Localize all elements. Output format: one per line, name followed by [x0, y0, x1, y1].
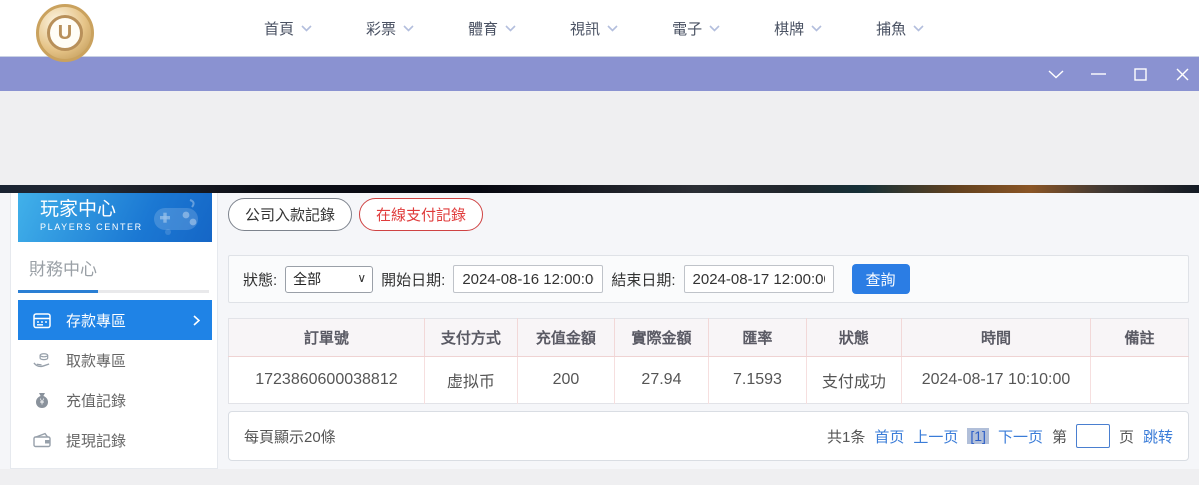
search-button[interactable]: 查詢	[852, 264, 910, 294]
col-payment-method: 支付方式	[424, 319, 517, 357]
chevron-down-icon	[403, 25, 414, 32]
cell-recharge-amount: 200	[517, 357, 614, 404]
chevron-down-icon	[505, 25, 516, 32]
nav-item-video[interactable]: 視訊	[570, 18, 618, 39]
sidebar-menu: 存款專區 取款專區 ¥ 充值記錄	[18, 300, 212, 460]
col-order-number: 訂單號	[229, 319, 425, 357]
start-date-label: 開始日期:	[381, 269, 445, 290]
cell-status: 支付成功	[806, 357, 901, 404]
content-area: 玩家中心 PLAYERS CENTER 財務中心	[0, 193, 1199, 469]
nav-item-label: 彩票	[366, 18, 396, 39]
chevron-down-icon	[607, 25, 618, 32]
wallet-icon	[33, 432, 51, 448]
pager: 共1条 首页 上一页 [1] 下一页 第 页 跳转	[827, 424, 1173, 448]
chevron-down-icon	[913, 25, 924, 32]
jump-button[interactable]: 跳转	[1143, 426, 1173, 447]
jump-page-input[interactable]	[1076, 424, 1110, 448]
next-page-link[interactable]: 下一页	[998, 426, 1043, 447]
col-status: 狀態	[806, 319, 901, 357]
pagination-bar: 每頁顯示20條 共1条 首页 上一页 [1] 下一页 第 页 跳转	[228, 411, 1189, 461]
nav-item-label: 捕魚	[876, 18, 906, 39]
logo-letter: U	[47, 15, 83, 51]
nav-item-fishing[interactable]: 捕魚	[876, 18, 924, 39]
tab-label: 公司入款記錄	[245, 204, 335, 225]
nav-item-label: 首頁	[264, 18, 294, 39]
cell-exchange-rate: 7.1593	[708, 357, 806, 404]
window-maximize-icon[interactable]	[1129, 63, 1151, 85]
sidebar-item-label: 充值記錄	[66, 390, 126, 411]
table-header-row: 訂單號 支付方式 充值金額 實際金額 匯率 狀態 時間 備註	[229, 319, 1189, 357]
main-nav: 首頁 彩票 體育 視訊 電子 棋牌	[264, 0, 924, 57]
chevron-down-icon	[301, 25, 312, 32]
sidebar-item-label: 取款專區	[66, 350, 126, 371]
banner-top-edge	[0, 185, 1199, 193]
window-close-icon[interactable]	[1171, 63, 1193, 85]
gamepad-icon	[146, 198, 202, 238]
nav-item-slots[interactable]: 電子	[672, 18, 720, 39]
deposit-machine-icon	[33, 312, 51, 328]
nav-item-label: 體育	[468, 18, 498, 39]
nav-item-label: 電子	[672, 18, 702, 39]
sidebar-item-withdrawal-record[interactable]: 提現記錄	[18, 420, 212, 460]
nav-item-lottery[interactable]: 彩票	[366, 18, 414, 39]
end-date-label: 結束日期:	[611, 269, 675, 290]
status-select[interactable]: 全部	[285, 266, 373, 293]
chevron-right-icon	[193, 315, 200, 326]
chevron-down-icon	[811, 25, 822, 32]
nav-item-label: 視訊	[570, 18, 600, 39]
window-minimize-icon[interactable]	[1087, 63, 1109, 85]
sidebar-section-title: 財務中心	[29, 255, 217, 280]
hand-coins-icon	[33, 352, 51, 368]
status-label: 狀態:	[243, 269, 277, 290]
table-row: 1723860600038812 虚拟币 200 27.94 7.1593 支付…	[229, 357, 1189, 404]
chevron-down-icon	[709, 25, 720, 32]
nav-item-home[interactable]: 首頁	[264, 18, 312, 39]
prev-page-link[interactable]: 上一页	[913, 426, 958, 447]
cell-payment-method: 虚拟币	[424, 357, 517, 404]
first-page-link[interactable]: 首页	[874, 426, 904, 447]
sidebar: 玩家中心 PLAYERS CENTER 財務中心	[10, 193, 218, 469]
status-select-wrap: 全部 ∨	[285, 266, 373, 293]
start-date-input[interactable]	[453, 265, 603, 293]
col-remark: 備註	[1091, 319, 1189, 357]
nav-item-boardgames[interactable]: 棋牌	[774, 18, 822, 39]
players-center-header: 玩家中心 PLAYERS CENTER	[18, 193, 212, 242]
sidebar-item-recharge-record[interactable]: ¥ 充值記錄	[18, 380, 212, 420]
page-size-text: 每頁顯示20條	[244, 426, 336, 447]
tab-label: 在線支付記錄	[376, 204, 466, 225]
svg-text:¥: ¥	[40, 397, 45, 406]
payment-records-table: 訂單號 支付方式 充值金額 實際金額 匯率 狀態 時間 備註 172386060…	[228, 318, 1189, 404]
sidebar-item-label: 存款專區	[66, 310, 126, 331]
sidebar-item-deposit[interactable]: 存款專區	[18, 300, 212, 340]
window-chevron-down-icon[interactable]	[1045, 63, 1067, 85]
jump-prefix-label: 第	[1052, 426, 1067, 447]
col-time: 時間	[901, 319, 1090, 357]
section-divider	[18, 290, 209, 293]
app-window: 首頁 彩票 體育 視訊 電子 棋牌	[0, 0, 1199, 485]
cell-remark	[1091, 357, 1189, 404]
cell-time: 2024-08-17 10:10:00	[901, 357, 1090, 404]
main-panel: 公司入款記錄 在線支付記錄 狀態: 全部 ∨ 開始日期: 結束日期: 查	[228, 193, 1189, 469]
cell-actual-amount: 27.94	[614, 357, 708, 404]
sidebar-item-label: 提現記錄	[66, 430, 126, 451]
tab-company-deposit-record[interactable]: 公司入款記錄	[228, 198, 352, 231]
col-actual-amount: 實際金額	[614, 319, 708, 357]
col-recharge-amount: 充值金額	[517, 319, 614, 357]
cell-order-number: 1723860600038812	[229, 357, 425, 404]
filter-bar: 狀態: 全部 ∨ 開始日期: 結束日期: 查詢	[228, 255, 1189, 303]
money-bag-icon: ¥	[33, 392, 51, 408]
total-count-text: 共1条	[827, 426, 865, 447]
jump-suffix-label: 页	[1119, 426, 1134, 447]
record-tabs: 公司入款記錄 在線支付記錄	[228, 198, 1189, 231]
brand-logo-icon: U	[36, 4, 94, 62]
window-titlebar	[0, 57, 1199, 91]
tab-online-payment-record[interactable]: 在線支付記錄	[359, 198, 483, 231]
sidebar-item-withdraw[interactable]: 取款專區	[18, 340, 212, 380]
col-exchange-rate: 匯率	[708, 319, 806, 357]
current-page-indicator: [1]	[967, 428, 989, 444]
top-header: 首頁 彩票 體育 視訊 電子 棋牌	[0, 0, 1199, 57]
nav-item-label: 棋牌	[774, 18, 804, 39]
nav-item-sports[interactable]: 體育	[468, 18, 516, 39]
end-date-input[interactable]	[684, 265, 834, 293]
